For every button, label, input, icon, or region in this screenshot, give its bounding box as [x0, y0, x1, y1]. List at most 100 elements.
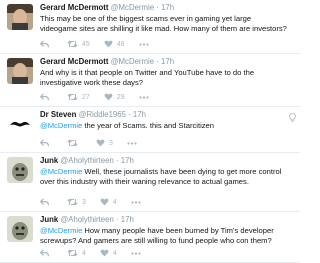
tweet-text: @McDermie How many people have been burn… — [40, 226, 292, 246]
like-button[interactable]: 4 — [100, 249, 117, 257]
more-button[interactable] — [131, 200, 141, 204]
more-button[interactable] — [131, 251, 141, 255]
user-handle[interactable]: @Aholythirteen — [60, 156, 113, 165]
tweet-actions: 3 — [40, 138, 151, 148]
mention-link[interactable]: @McDermie — [40, 226, 82, 235]
timestamp[interactable]: 17h — [161, 57, 174, 66]
retweet-button[interactable]: 27 — [67, 93, 90, 101]
reply-button[interactable] — [40, 139, 49, 147]
like-count: 3 — [109, 139, 113, 147]
reply-icon — [40, 40, 49, 48]
reply-icon — [40, 139, 49, 147]
user-handle[interactable]: @McDermie — [111, 57, 154, 66]
like-count: 4 — [112, 249, 117, 257]
separator: · — [156, 3, 159, 12]
timestamp[interactable]: 17h — [121, 215, 134, 224]
timestamp[interactable]: 17h — [133, 110, 146, 119]
tweet-header: Dr Steven @Riddle1965 · 17h — [40, 107, 292, 120]
tweet-text: And why is it that people on Twitter and… — [40, 68, 255, 87]
like-button[interactable]: 48 — [104, 40, 125, 48]
heart-icon — [100, 198, 109, 206]
more-button[interactable] — [138, 95, 149, 99]
reply-icon — [40, 249, 49, 257]
reply-icon — [40, 198, 49, 206]
tweet-header: Gerard McDermott @McDermie · 17h — [40, 0, 292, 13]
more-icon — [131, 200, 141, 204]
display-name[interactable]: Gerard McDermott — [40, 3, 108, 12]
retweet-button[interactable]: 45 — [67, 40, 90, 48]
reply-button[interactable] — [40, 93, 49, 101]
more-icon — [138, 42, 149, 46]
tweet-text: This may be one of the biggest scams eve… — [40, 14, 287, 33]
tweet-actions: 3 4 — [40, 197, 155, 207]
separator: · — [128, 110, 131, 119]
separator: · — [156, 57, 159, 66]
like-count: 29 — [116, 93, 125, 101]
heart-icon — [104, 40, 113, 48]
more-icon — [138, 95, 149, 99]
avatar[interactable] — [7, 111, 33, 137]
display-name[interactable]: Junk — [40, 156, 58, 165]
tweet[interactable]: Dr Steven @Riddle1965 · 17h @McDermie th… — [0, 107, 300, 153]
separator: · — [115, 215, 119, 224]
timestamp[interactable]: 17h — [121, 156, 134, 165]
retweet-count: 27 — [82, 93, 90, 101]
tweet-feed: Gerard McDermott @McDermie · 17h This ma… — [0, 0, 300, 263]
retweet-icon — [67, 249, 78, 257]
user-handle[interactable]: @McDermie — [111, 3, 154, 12]
heart-icon — [100, 249, 109, 257]
more-icon — [131, 251, 141, 255]
tweet-text: @McDermie Well, these journalists have b… — [40, 167, 292, 187]
tweet[interactable]: Gerard McDermott @McDermie · 17h And why… — [0, 54, 300, 107]
retweet-count: 4 — [82, 249, 86, 257]
tweet-text: @McDermie the year of Scams. this and St… — [40, 121, 292, 131]
like-button[interactable]: 29 — [104, 93, 125, 101]
more-icon — [127, 141, 137, 145]
reply-button[interactable] — [40, 249, 49, 257]
retweet-icon — [67, 198, 78, 206]
timestamp[interactable]: 17h — [161, 3, 174, 12]
more-button[interactable] — [127, 141, 137, 145]
separator: · — [115, 156, 119, 165]
tweet-actions: 45 48 — [40, 39, 163, 49]
avatar[interactable] — [7, 216, 33, 242]
reply-icon — [40, 93, 49, 101]
display-name[interactable]: Gerard McDermott — [40, 57, 108, 66]
like-count: 4 — [112, 198, 117, 206]
retweet-button[interactable]: 4 — [67, 249, 86, 257]
retweet-icon — [67, 40, 78, 48]
mention-link[interactable]: @McDermie — [40, 167, 82, 176]
heart-icon — [104, 93, 113, 101]
user-handle[interactable]: @Aholythirteen — [60, 215, 113, 224]
avatar[interactable] — [7, 4, 33, 30]
retweet-icon — [67, 93, 78, 101]
avatar[interactable] — [7, 157, 33, 183]
retweet-button[interactable]: 3 — [67, 198, 86, 206]
tweet-header: Junk @Aholythirteen · 17h — [40, 153, 292, 166]
tweet-body: the year of Scams. this and Starcitizen — [82, 121, 214, 130]
heart-icon — [96, 139, 105, 147]
lightbulb-icon[interactable] — [289, 109, 296, 127]
tweet[interactable]: Junk @Aholythirteen · 17h @McDermie Well… — [0, 153, 300, 212]
like-count: 48 — [116, 40, 125, 48]
tweet[interactable]: Gerard McDermott @McDermie · 17h This ma… — [0, 0, 300, 54]
display-name[interactable]: Junk — [40, 215, 58, 224]
retweet-icon — [67, 139, 78, 147]
display-name[interactable]: Dr Steven — [40, 110, 76, 119]
reply-button[interactable] — [40, 40, 49, 48]
reply-button[interactable] — [40, 198, 49, 206]
tweet-actions: 27 29 — [40, 92, 163, 102]
retweet-button[interactable] — [67, 139, 82, 147]
tweet-header: Junk @Aholythirteen · 17h — [40, 212, 292, 225]
more-button[interactable] — [138, 42, 149, 46]
mention-link[interactable]: @McDermie — [40, 121, 82, 130]
tweet-actions: 4 4 — [40, 248, 155, 258]
like-button[interactable]: 3 — [96, 139, 113, 147]
tweet-header: Gerard McDermott @McDermie · 17h — [40, 54, 292, 67]
retweet-count: 45 — [82, 40, 90, 48]
user-handle[interactable]: @Riddle1965 — [79, 110, 126, 119]
retweet-count: 3 — [82, 198, 86, 206]
tweet[interactable]: Junk @Aholythirteen · 17h @McDermie How … — [0, 212, 300, 263]
like-button[interactable]: 4 — [100, 198, 117, 206]
avatar[interactable] — [7, 58, 33, 84]
